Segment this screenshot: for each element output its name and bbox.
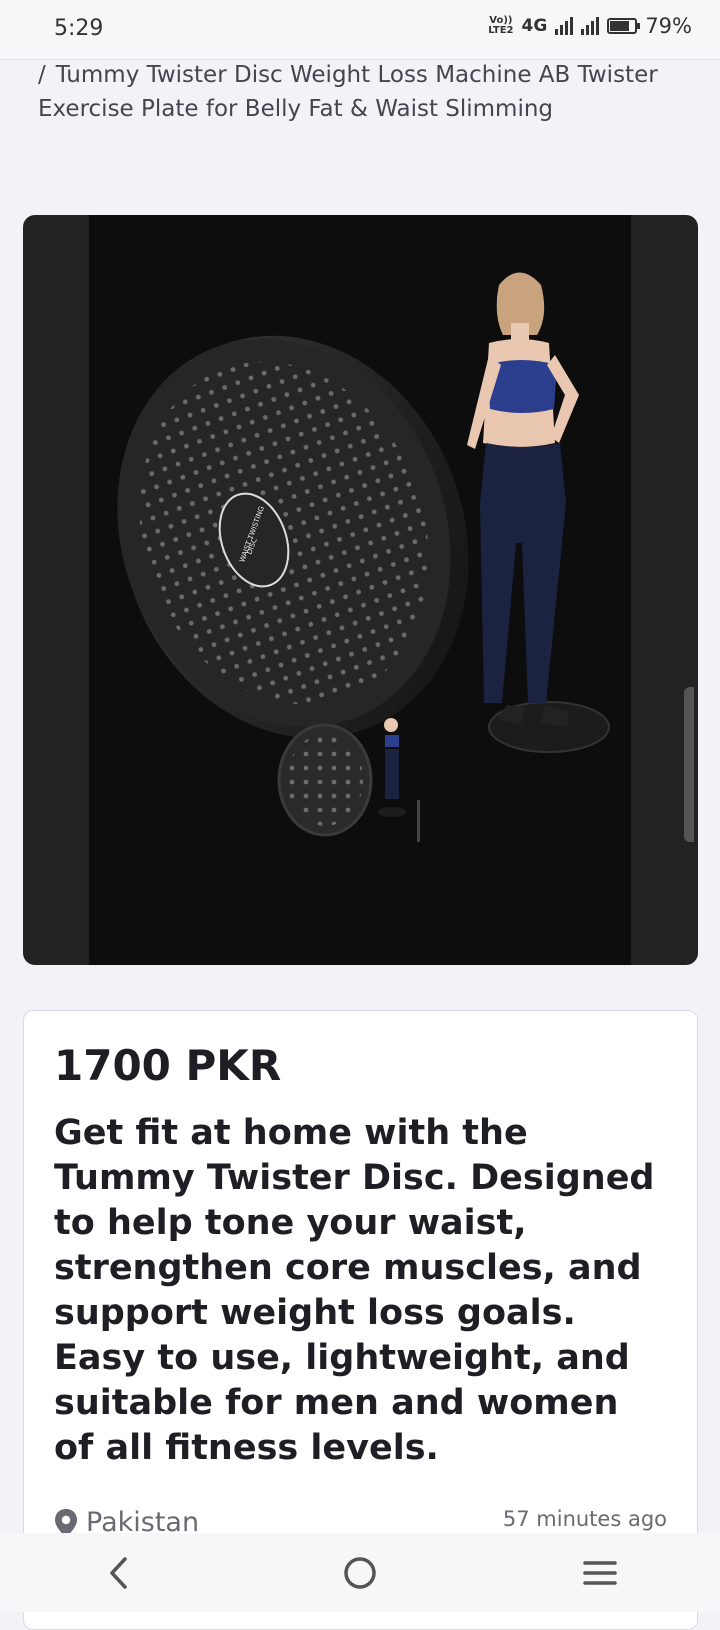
breadcrumb-separator: /: [38, 62, 46, 88]
back-button[interactable]: [75, 1543, 165, 1603]
price: 1700 PKR: [54, 1041, 282, 1090]
status-icons: Vo)) LTE2 4G 79%: [488, 14, 692, 38]
system-nav-bar: [0, 1533, 720, 1612]
status-bar: 5:29 Vo)) LTE2 4G 79%: [0, 0, 720, 60]
back-icon: [110, 1556, 127, 1589]
battery-icon: [607, 18, 641, 34]
product-image: WAIST TWISTING DISC: [89, 215, 631, 965]
network-type: 4G: [521, 16, 548, 36]
carousel-scroll-handle[interactable]: [684, 687, 694, 842]
breadcrumb-current: Tummy Twister Disc Weight Loss Machine A…: [38, 62, 658, 122]
inset-image: [277, 718, 420, 842]
listing-description: Get fit at home with the Tummy Twister D…: [54, 1113, 655, 1468]
recents-icon: [583, 1560, 617, 1585]
home-icon: [344, 1556, 376, 1589]
breadcrumb: / Tummy Twister Disc Weight Loss Machine …: [38, 58, 688, 126]
battery-percent: 79%: [645, 14, 692, 38]
model-figure: [467, 272, 610, 753]
signal-icon: [555, 17, 574, 35]
product-illustration: WAIST TWISTING DISC: [117, 272, 610, 842]
home-button[interactable]: [315, 1543, 405, 1603]
signal-icon-2: [581, 17, 600, 35]
product-image-carousel[interactable]: WAIST TWISTING DISC: [23, 215, 698, 965]
recents-button[interactable]: [555, 1543, 645, 1603]
posted-time: 57 minutes ago: [502, 1507, 667, 1531]
status-time: 5:29: [54, 16, 104, 41]
volte-icon: Vo)) LTE2: [488, 15, 514, 36]
